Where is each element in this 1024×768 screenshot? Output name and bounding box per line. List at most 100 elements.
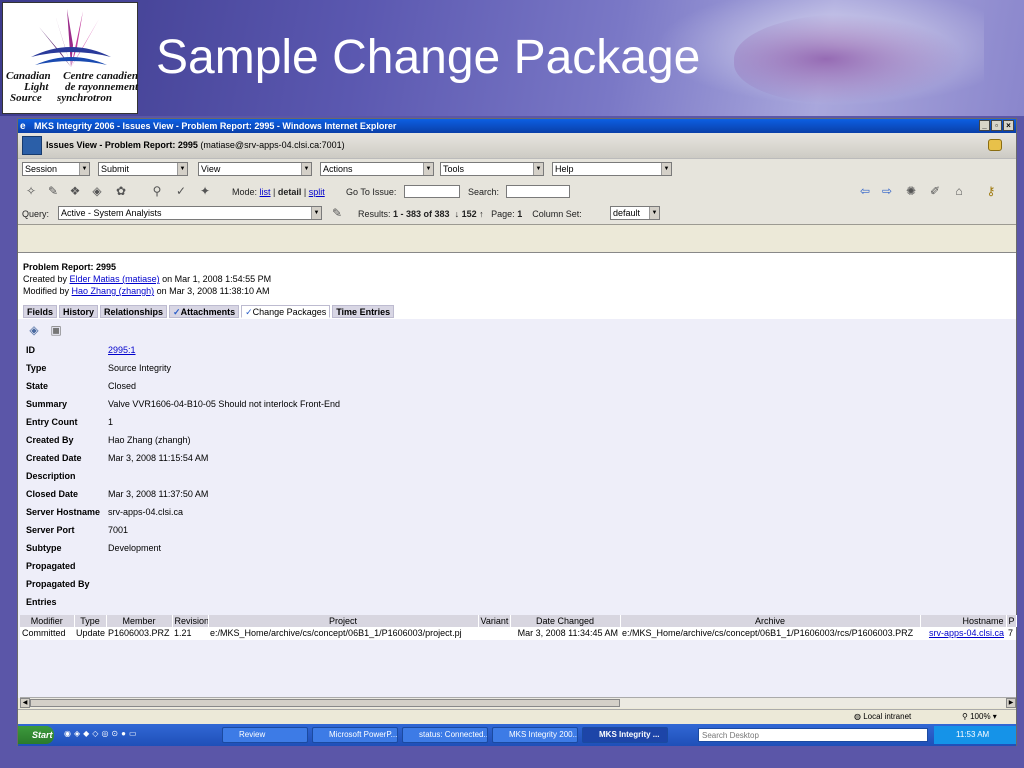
colset-select[interactable]: default ▼ [610, 206, 660, 220]
query-label: Query: [22, 209, 50, 219]
query-edit-icon[interactable]: ✎ [330, 206, 344, 220]
tab-attachments[interactable]: ✓Attachments [169, 305, 240, 318]
chevron-down-icon: ▼ [79, 163, 89, 175]
hat-icon[interactable] [988, 139, 1002, 151]
cell-hostname: srv-apps-04.clsi.ca [920, 627, 1006, 640]
refresh-icon[interactable]: ✺ [904, 184, 918, 198]
close-icon[interactable]: × [1003, 120, 1014, 131]
windows-taskbar: Start ◉◈◆◇◎⊙●▭ Review Microsoft PowerP..… [18, 724, 1016, 746]
copy-issue-icon[interactable]: ❖ [68, 184, 82, 198]
mode-list-link[interactable]: list [260, 187, 271, 197]
field-label: Entry Count [26, 417, 78, 427]
tab-change-packages-label: Change Packages [252, 307, 327, 317]
query-select[interactable]: Active - System Analyists ▼ [58, 206, 322, 220]
relationships-icon[interactable]: ◈ [90, 184, 104, 198]
field-label: Server Port [26, 525, 75, 535]
menu-submit[interactable]: Submit ▼ [98, 162, 188, 176]
desktop-search-input[interactable]: Search Desktop [698, 728, 928, 742]
home-icon[interactable]: ⌂ [952, 184, 966, 198]
minimize-icon[interactable]: _ [979, 120, 990, 131]
cell-archive: e:/MKS_Home/archive/cs/concept/06B1_1/P1… [620, 627, 920, 640]
created-by-link[interactable]: Elder Matias (matiase) [70, 274, 160, 284]
menu-bar: Session ▼ Submit ▼ View ▼ Actions ▼ Tools ▼ H… [18, 159, 1016, 179]
query-value: Active - System Analyists [61, 208, 162, 218]
results-info: Results: 1 - 383 of 383 ↓ 152 ↑ Page: 1 … [358, 209, 582, 219]
field-value: 7001 [108, 525, 129, 535]
menu-help[interactable]: Help ▼ [552, 162, 672, 176]
page-value: 1 [517, 209, 523, 219]
sort-value: 152 [461, 209, 477, 219]
protein-image [734, 14, 964, 104]
field-label: Subtype [26, 543, 62, 553]
view-issue-icon[interactable]: ✧ [24, 184, 38, 198]
taskbar-item-review[interactable]: Review [222, 727, 308, 743]
forward-arrow-icon[interactable]: ⇨ [880, 184, 894, 198]
sort-up-icon[interactable]: ↑ [479, 209, 484, 219]
edit-issue-icon[interactable]: ✎ [46, 184, 60, 198]
quick-launch-icons[interactable]: ◉◈◆◇◎⊙●▭ [64, 729, 140, 738]
start-button[interactable]: Start [18, 726, 54, 744]
column-header[interactable]: Revision [172, 615, 209, 627]
print-issue-icon[interactable]: ✿ [114, 184, 128, 198]
query-icon[interactable]: ✦ [198, 184, 212, 198]
horizontal-scrollbar[interactable]: ◀ ▶ [20, 697, 1016, 708]
taskbar-item-status[interactable]: status: Connected... [402, 727, 488, 743]
menu-actions[interactable]: Actions ▼ [320, 162, 434, 176]
taskbar-item-powerpoint[interactable]: Microsoft PowerP... [312, 727, 398, 743]
taskbar-item-mks-1[interactable]: MKS Integrity 200... [492, 727, 578, 743]
taskbar-item-mks-2[interactable]: MKS Integrity ... [582, 727, 668, 743]
check-icon: ✓ [173, 307, 181, 317]
field-value: Mar 3, 2008 11:15:54 AM [108, 453, 209, 463]
cls-logo: Canadian Centre canadien Light de rayonnem… [2, 2, 138, 114]
scroll-thumb[interactable] [30, 699, 620, 707]
tab-time-entries[interactable]: Time Entries [332, 305, 395, 318]
column-header[interactable]: Archive [620, 615, 921, 627]
field-label: Created By [26, 435, 74, 445]
key-icon[interactable]: ⚷ [984, 184, 998, 198]
goto-label: Go To Issue: [346, 187, 397, 197]
column-header[interactable]: Modifier [20, 615, 75, 627]
hostname-link[interactable]: srv-apps-04.clsi.ca [929, 628, 1004, 638]
goto-issue-input[interactable] [404, 185, 460, 198]
page-label: Page: [491, 209, 515, 219]
tab-fields[interactable]: Fields [23, 305, 58, 318]
menu-submit-label: Submit [101, 164, 130, 174]
field-label: ID [26, 345, 35, 355]
column-header[interactable]: Project [208, 615, 479, 627]
sort-down-icon[interactable]: ↓ [455, 209, 460, 219]
slide-title: Sample Change Package [156, 31, 701, 84]
field-id-link[interactable]: 2995:1 [108, 344, 136, 356]
table-row[interactable]: Committed Update P1606003.PRZ 1.21 e:/MK… [20, 627, 1016, 640]
tab-change-packages[interactable]: ✓Change Packages [241, 305, 331, 318]
scroll-right-icon[interactable]: ▶ [1006, 698, 1016, 708]
cell-revision: 1.21 [172, 627, 208, 640]
column-header[interactable]: Hostname [920, 615, 1007, 627]
mode-split-link[interactable]: split [309, 187, 325, 197]
zoom-control[interactable]: ⚲ 100% ▾ [962, 710, 997, 723]
created-prefix: Created by [23, 274, 68, 284]
scroll-left-icon[interactable]: ◀ [20, 698, 30, 708]
column-header[interactable]: Type [74, 615, 107, 627]
chevron-down-icon: ▼ [301, 163, 311, 175]
menu-session[interactable]: Session ▼ [22, 162, 90, 176]
tag-icon[interactable]: ✐ [928, 184, 942, 198]
filter-icon[interactable]: ✓ [174, 184, 188, 198]
tab-relationships[interactable]: Relationships [100, 305, 168, 318]
column-header[interactable]: Variant [478, 615, 511, 627]
link-icon[interactable]: ⚲ [150, 184, 164, 198]
print-icon[interactable]: ▣ [48, 323, 64, 337]
view-change-package-icon[interactable]: ◈ [26, 323, 42, 337]
modified-by-link[interactable]: Hao Zhang (zhangh) [72, 286, 155, 296]
menu-view[interactable]: View ▼ [198, 162, 312, 176]
column-header[interactable]: Date Changed [510, 615, 621, 627]
maximize-icon[interactable]: ▫ [991, 120, 1002, 131]
app-title-text: Issues View - Problem Report: 2995 [46, 140, 198, 150]
field-label: Closed Date [26, 489, 79, 499]
window-titlebar: e MKS Integrity 2006 - Issues View - Pro… [18, 119, 1016, 133]
tab-history[interactable]: History [59, 305, 99, 318]
back-arrow-icon[interactable]: ⇦ [858, 184, 872, 198]
column-header[interactable]: P [1006, 615, 1017, 627]
column-header[interactable]: Member [106, 615, 173, 627]
menu-tools[interactable]: Tools ▼ [440, 162, 544, 176]
search-input[interactable] [506, 185, 570, 198]
